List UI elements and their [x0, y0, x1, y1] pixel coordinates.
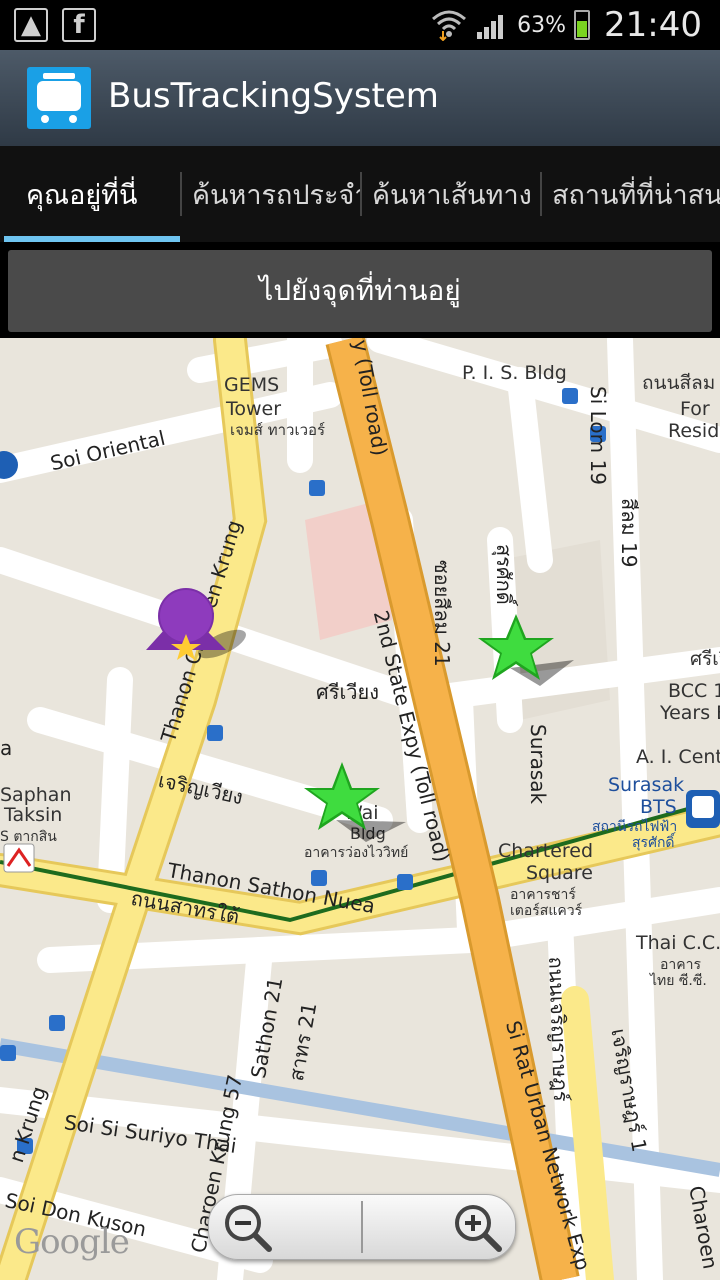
map-label: A. I. Cent	[636, 746, 720, 768]
zoom-controls	[208, 1194, 516, 1260]
signal-icon	[477, 15, 504, 39]
tab-label: สถานที่ที่น่าสนใจ	[552, 179, 720, 211]
tab-places-of-interest[interactable]: สถานที่ที่น่าสนใจ	[542, 146, 720, 242]
map-label: ถนนเจริญราษฎร์	[544, 956, 574, 1103]
tab-label: คุณอยู่ที่นี่	[26, 179, 138, 211]
map-label: Years B	[660, 702, 720, 724]
map-label: a	[0, 736, 13, 760]
bus-app-icon[interactable]	[27, 67, 91, 129]
map-label: ศรีเวียง	[316, 680, 379, 704]
go-button-area: ไปยังจุดที่ท่านอยู่	[0, 242, 720, 338]
map-label: ซอยสีลม 21	[430, 560, 454, 667]
map-label: Thai C.C.	[636, 932, 720, 954]
map-label: Tower	[226, 398, 282, 420]
map-label: P. I. S. Bldg	[462, 362, 567, 384]
wifi-icon	[432, 10, 467, 41]
clock: 21:40	[604, 5, 702, 45]
tab-label: ค้นหารถประจำทาง	[192, 179, 362, 211]
battery-icon	[574, 10, 591, 40]
map-label: สุรศักดิ์	[492, 544, 516, 605]
tab-search-bus[interactable]: ค้นหารถประจำทาง	[182, 146, 362, 242]
map-label: เตอร์สแควร์	[510, 903, 583, 919]
tab-bar: คุณอยู่ที่นี่ ค้นหารถประจำทาง ค้นหาเส้นท…	[0, 146, 720, 242]
zoom-in-icon[interactable]	[451, 1201, 503, 1253]
bus-stop-star-marker[interactable]	[470, 608, 590, 698]
bus-stop-star-marker[interactable]	[296, 760, 416, 850]
map-label: ถนนสีลม	[642, 372, 716, 394]
map-label: Resid	[668, 420, 720, 442]
status-bar: ▲ f 63% 21:40	[0, 0, 720, 50]
battery-percent: 63%	[517, 12, 567, 38]
map-label: เจมส์ ทาวเวอร์	[230, 421, 326, 439]
map-label: BTS	[640, 796, 677, 818]
tab-label: ค้นหาเส้นทาง	[372, 179, 532, 211]
action-bar: BusTrackingSystem	[0, 50, 720, 146]
gallery-notification-icon: ▲	[14, 8, 48, 42]
zoom-out-icon[interactable]	[221, 1201, 273, 1253]
google-logo: Google	[14, 1222, 130, 1262]
map-label: ศรีเวี	[690, 648, 720, 670]
map-label: Chartered	[498, 840, 594, 862]
map-label: GEMS	[224, 374, 280, 396]
map-label: ไทย ซี.ซี.	[650, 973, 707, 989]
map-label: Surasak	[608, 774, 685, 796]
facebook-notification-icon: f	[62, 8, 96, 42]
user-location-marker[interactable]	[140, 588, 250, 688]
map-label: S ตากสิน	[0, 829, 57, 845]
map-label: สีลม 19	[617, 498, 641, 568]
map-label: Taksin	[4, 804, 63, 826]
go-to-my-location-button[interactable]: ไปยังจุดที่ท่านอยู่	[8, 250, 712, 332]
tab-search-route[interactable]: ค้นหาเส้นทาง	[362, 146, 542, 242]
map-label: For	[680, 398, 710, 420]
map-label: Square	[526, 862, 593, 884]
map-label: Saphan	[0, 784, 72, 806]
map-label: Surasak	[526, 724, 550, 805]
map-label: Si Lom 19	[586, 386, 610, 485]
map-label: สุรศักดิ์	[632, 835, 675, 851]
map-label: BCC 1	[668, 680, 720, 702]
tab-you-are-here[interactable]: คุณอยู่ที่นี่	[0, 146, 182, 242]
map-view[interactable]: GEMS Tower เจมส์ ทาวเวอร์ P. I. S. Bldg …	[0, 338, 720, 1280]
app-title: BusTrackingSystem	[108, 76, 439, 116]
